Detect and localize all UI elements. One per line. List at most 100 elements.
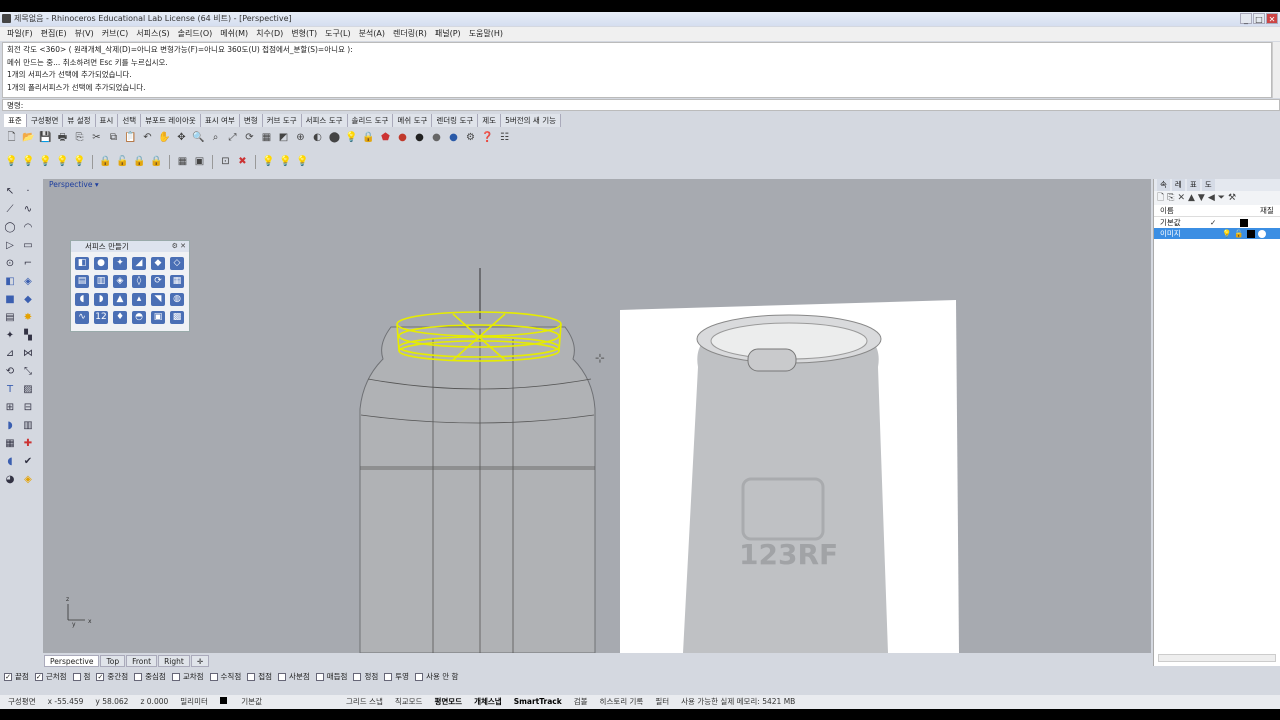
tab-surface-tools[interactable]: 서피스 도구 (301, 114, 348, 127)
bulb-show-icon[interactable]: 💡 (261, 155, 276, 170)
rail-revolve-icon[interactable]: ▦ (170, 275, 184, 288)
layer-color-swatch[interactable] (1246, 230, 1255, 238)
transform-icon[interactable]: ✦ (3, 329, 17, 343)
print-icon[interactable]: 🖶 (55, 131, 70, 146)
circle-icon[interactable]: ◯ (3, 221, 17, 235)
surface-panel-header[interactable]: 서피스 만들기 ⚙ ✕ (71, 241, 189, 252)
grid-icon[interactable]: ▦ (259, 131, 274, 146)
osnap-perpendicular[interactable]: 수직점 (209, 670, 241, 684)
menu-surface[interactable]: 서피스(S) (132, 27, 173, 41)
zoom-extents-icon[interactable]: ⤢ (225, 131, 240, 146)
rectangle-icon[interactable]: ▭ (21, 239, 35, 253)
tab-curve-tools[interactable]: 커브 도구 (262, 114, 302, 127)
osnap-near[interactable]: ✓ 근처점 (34, 670, 67, 684)
delete-layer-icon[interactable]: ✕ (1177, 191, 1185, 205)
tab-select[interactable]: 선택 (118, 114, 142, 127)
rotate-icon[interactable]: ⟲ (3, 365, 17, 379)
menu-file[interactable]: 파일(F) (3, 27, 37, 41)
viewport-title[interactable]: Perspective ▾ (49, 180, 99, 190)
tab-visibility[interactable]: 표시 여부 (200, 114, 240, 127)
boolean-icon[interactable]: ◗ (3, 419, 17, 433)
lock-icon[interactable]: 🔒 (98, 155, 113, 170)
light-icon[interactable]: 💡 (344, 131, 359, 146)
view-tab-right[interactable]: Right (158, 655, 190, 667)
group-tool-icon[interactable]: ⊞ (3, 401, 17, 415)
bulb-multi-icon[interactable]: 💡 (72, 155, 87, 170)
zoom-dynamic-icon[interactable]: ⌕ (208, 131, 223, 146)
image-surface-icon[interactable]: ▣ (151, 311, 165, 324)
status-filter[interactable]: 필터 (655, 695, 669, 709)
command-prompt[interactable]: 명령: (2, 99, 1280, 111)
layer-options-icon[interactable]: ⚒ (1228, 191, 1236, 205)
bulb-icon[interactable]: 💡 (1222, 228, 1231, 239)
menu-view[interactable]: 뷰(V) (71, 27, 98, 41)
lock-multi-icon[interactable]: 🔒 (149, 155, 164, 170)
panel-close-icon[interactable]: ⚙ ✕ (172, 241, 186, 252)
osnap-point[interactable]: 점 (72, 670, 90, 684)
tab-properties[interactable]: 속 (1157, 179, 1170, 191)
menu-analyze[interactable]: 분석(A) (355, 27, 389, 41)
view-tab-top[interactable]: Top (100, 655, 126, 667)
revolve-icon[interactable]: ⟳ (151, 275, 165, 288)
text-icon[interactable]: T (3, 383, 17, 397)
history-scrollbar[interactable] (1272, 42, 1280, 98)
settings-icon[interactable]: ● (446, 131, 461, 146)
network-surface-icon[interactable]: ✦ (113, 257, 127, 270)
bulb-hide-icon[interactable]: 💡 (278, 155, 293, 170)
layer-color-swatch[interactable] (1240, 219, 1248, 227)
tab-set-view[interactable]: 뷰 설정 (63, 114, 96, 127)
filter-icon[interactable]: ⏷ (1218, 191, 1225, 205)
patch-icon[interactable]: ◆ (151, 257, 165, 270)
bulb-icon[interactable]: 💡 (4, 155, 19, 170)
array-icon[interactable]: ▚ (21, 329, 35, 343)
tab-drafting[interactable]: 제도 (478, 114, 502, 127)
osnap-checkbox[interactable] (247, 673, 256, 681)
select-icon[interactable]: ↖ (3, 185, 17, 199)
tab-cplanes[interactable]: 구성평면 (26, 114, 64, 127)
surface-icon[interactable]: ◧ (3, 275, 17, 289)
sweep1-icon[interactable]: ◈ (113, 275, 127, 288)
unlock-icon[interactable]: 🔓 (115, 155, 130, 170)
dome-icon[interactable]: ◓ (132, 311, 146, 324)
osnap-quad[interactable]: 사분점 (278, 670, 310, 684)
tab-solid-tools[interactable]: 솔리드 도구 (347, 114, 394, 127)
osnap-checkbox[interactable] (278, 673, 287, 681)
move-icon[interactable]: ✥ (174, 131, 189, 146)
point-icon[interactable]: · (21, 185, 35, 199)
block-icon[interactable]: ⊡ (218, 155, 233, 170)
material-tool-icon[interactable]: ◈ (21, 473, 35, 487)
ellipse-icon[interactable]: ⊙ (3, 257, 17, 271)
osnap-intersection[interactable]: 교차점 (171, 670, 204, 684)
menu-solid[interactable]: 솔리드(O) (174, 27, 217, 41)
status-osnap[interactable]: 개체스냅 (474, 695, 502, 709)
osnap-checkbox[interactable] (315, 673, 324, 681)
lock-icon[interactable]: 🔓 (1234, 228, 1243, 239)
view-tab-front[interactable]: Front (126, 655, 158, 667)
move-parent-icon[interactable]: ◀ (1208, 191, 1215, 205)
analyze-icon[interactable]: ▥ (21, 419, 35, 433)
close-button[interactable]: ✕ (1266, 13, 1278, 24)
osnap-checkbox[interactable]: ✓ (34, 673, 43, 681)
tab-display[interactable]: 표 (1186, 179, 1200, 191)
material-icon[interactable]: ● (395, 131, 410, 146)
tab-new-in-v5[interactable]: 5버전의 새 기능 (501, 114, 562, 127)
extra-icon[interactable]: ☷ (497, 131, 512, 146)
blend-surface-icon[interactable]: ◖ (75, 293, 89, 306)
pipe-icon[interactable]: ◖ (3, 455, 17, 469)
join-icon[interactable]: ⋈ (21, 347, 35, 361)
status-layer[interactable]: 기본값 (219, 695, 274, 709)
move-down-icon[interactable]: ▼ (1198, 191, 1205, 205)
check-icon[interactable]: ✔ (21, 455, 35, 469)
render-icon[interactable]: ⬤ (327, 131, 342, 146)
sweep2-icon[interactable]: ◊ (132, 275, 146, 288)
curve-network-icon[interactable]: ∿ (75, 311, 89, 324)
status-smarttrack[interactable]: SmartTrack (514, 695, 562, 709)
polyline-icon[interactable]: ⟋ (3, 203, 17, 217)
extrude-icon[interactable]: ◈ (21, 275, 35, 289)
import-icon[interactable]: ⎘ (72, 131, 87, 146)
lock-icon[interactable]: 🔒 (361, 131, 376, 146)
osnap-end[interactable]: ✓ 끝점 (4, 670, 29, 684)
osnap-disable[interactable]: 사용 안 함 (415, 670, 458, 684)
osnap-checkbox[interactable] (415, 673, 424, 681)
polygon-icon[interactable]: ▷ (3, 239, 17, 253)
